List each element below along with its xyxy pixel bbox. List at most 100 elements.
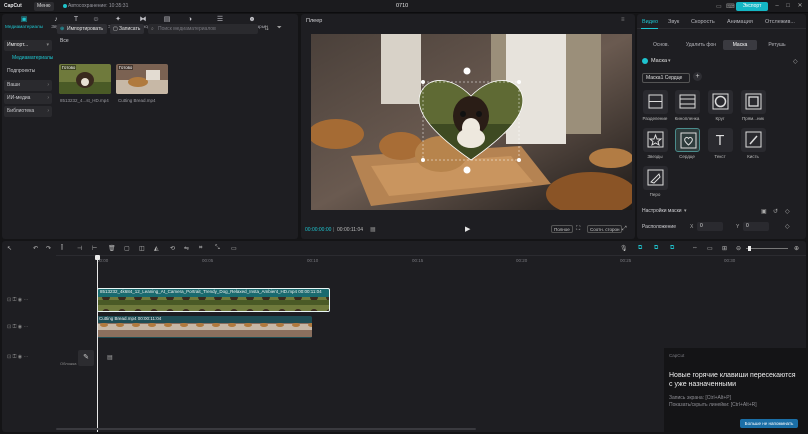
- subtab-basic[interactable]: Основ.: [648, 40, 674, 50]
- track-lock-icon[interactable]: ⊡ ⚿ ◉ ⋯: [7, 324, 29, 330]
- record-button[interactable]: ▢ Записать: [110, 24, 144, 34]
- mask-heart[interactable]: [675, 128, 700, 152]
- link-main-track-icon[interactable]: ⧉: [638, 245, 642, 252]
- export-button[interactable]: Экспорт: [736, 2, 768, 11]
- invert-icon[interactable]: ▣: [761, 208, 767, 215]
- snap-icon[interactable]: ⧉: [670, 245, 674, 252]
- cover-edit-icon[interactable]: ✎: [78, 350, 94, 366]
- tab-video[interactable]: Видео: [642, 19, 658, 25]
- add-mask-icon[interactable]: +: [693, 72, 702, 81]
- split-icon[interactable]: ⫿: [61, 245, 63, 252]
- subtab-retouch[interactable]: Ретушь: [762, 40, 792, 50]
- sidebar-item-subprojects[interactable]: Подпроекты: [4, 66, 52, 77]
- import-button[interactable]: ⊕ Импортировать: [57, 24, 107, 34]
- timeline-clip-bread[interactable]: Cutting Bread.mp4 00:00:11:04: [97, 316, 312, 338]
- resize-icon[interactable]: ⤡: [215, 245, 220, 252]
- zoom-slider-track[interactable]: [746, 248, 788, 249]
- playhead-handle[interactable]: [95, 255, 100, 260]
- zoom-out-icon[interactable]: ⊖: [736, 245, 741, 252]
- media-thumbnail-dog[interactable]: Готово: [59, 64, 111, 94]
- mask-star[interactable]: [643, 128, 668, 152]
- layout-icon[interactable]: ▭: [716, 3, 722, 10]
- zoom-in-icon[interactable]: ⊕: [794, 245, 799, 252]
- select-tool-icon[interactable]: ↖: [7, 245, 12, 252]
- clip-label: 8513232_4k684_12_Leaning_At_Camera_Portr…: [100, 289, 322, 294]
- close-icon[interactable]: ✕: [796, 2, 804, 10]
- timeline-clip-dog[interactable]: 8513232_4k684_12_Leaning_At_Camera_Portr…: [97, 288, 330, 312]
- delete-icon[interactable]: 🗑: [108, 245, 116, 252]
- diamond-keyframe-icon[interactable]: ◇: [785, 208, 790, 215]
- autosave-text: Автосохранение: 10:35:31: [68, 3, 129, 9]
- full-button[interactable]: Полное: [551, 225, 573, 233]
- menu-lines-icon[interactable]: ≡: [621, 17, 625, 23]
- tab-sound[interactable]: Звук: [668, 19, 679, 25]
- undo-icon[interactable]: ↶: [33, 245, 38, 252]
- crop-icon[interactable]: ⌗: [199, 245, 202, 252]
- flip-icon[interactable]: ⇋: [184, 245, 189, 252]
- play-icon[interactable]: ▶: [465, 225, 470, 233]
- preview-axis-icon[interactable]: ⇔: [692, 245, 698, 251]
- media-thumbnail-bread[interactable]: Готово: [116, 64, 168, 94]
- chevron-down-icon[interactable]: ▾: [668, 58, 671, 64]
- reverse-icon[interactable]: ◫: [139, 245, 145, 252]
- tab-tracking[interactable]: Отслежив...: [765, 19, 795, 25]
- split-right-icon[interactable]: ⊢: [92, 245, 97, 252]
- microphone-icon[interactable]: 🎙: [620, 245, 628, 252]
- expand-icon[interactable]: ⤢: [622, 226, 627, 233]
- mask-selected-chip[interactable]: Маска1 Сердце: [642, 73, 690, 83]
- filter-icon[interactable]: ⏷: [277, 25, 282, 32]
- diamond-keyframe-icon[interactable]: ◇: [785, 223, 790, 230]
- pos-x-input[interactable]: 0: [697, 222, 723, 231]
- mask-split[interactable]: [643, 90, 668, 114]
- fullscreen-icon[interactable]: ⛶: [576, 226, 580, 233]
- diamond-keyframe-icon[interactable]: ◇: [793, 58, 798, 65]
- reset-icon[interactable]: ↺: [773, 208, 778, 215]
- subtab-mask[interactable]: Маска: [723, 40, 757, 50]
- tab-animation[interactable]: Анимация: [727, 19, 753, 25]
- tab-media[interactable]: ▣ Медиаматериалы: [4, 16, 44, 29]
- tab-speed[interactable]: Скорость: [691, 19, 715, 25]
- zoom-fit-icon[interactable]: ⊞: [722, 245, 727, 252]
- caption-icon[interactable]: ▭: [707, 245, 713, 252]
- subtab-remove-bg[interactable]: Удалить фон: [683, 40, 719, 50]
- video-preview[interactable]: [311, 34, 632, 210]
- search-input[interactable]: ⌕ Поиск медиаматериалов: [148, 24, 258, 34]
- sidebar-item-ai-media[interactable]: ИИ-медиа ›: [4, 93, 52, 104]
- sidebar-item-import[interactable]: Импорт... ▾: [4, 40, 52, 51]
- track-lock-icon[interactable]: ⊡ ⚿ ◉ ⋯: [7, 354, 29, 360]
- maximize-icon[interactable]: □: [784, 2, 792, 10]
- mask-toggle-icon[interactable]: [642, 58, 648, 64]
- mask-pen[interactable]: [643, 166, 668, 190]
- minimize-icon[interactable]: –: [773, 2, 781, 10]
- mask-brush[interactable]: [741, 128, 766, 152]
- pos-y-input[interactable]: 0: [743, 222, 769, 231]
- mask-filmstrip[interactable]: [675, 90, 700, 114]
- dont-remind-button[interactable]: Больше не напоминать: [740, 419, 798, 428]
- sidebar-item-label: Импорт...: [7, 42, 29, 48]
- redo-icon[interactable]: ↷: [46, 245, 51, 252]
- aspect-ratio-button[interactable]: Соотн. сторон: [587, 225, 623, 233]
- mask-circle-label: Круг: [715, 116, 725, 121]
- sort-icon[interactable]: ⇅: [264, 25, 269, 32]
- sidebar-item-media[interactable]: Медиаматериалы: [4, 53, 53, 64]
- sidebar-item-library[interactable]: Библиотека ›: [4, 106, 52, 117]
- mask-rectangle[interactable]: [741, 90, 766, 114]
- magnet-icon[interactable]: ⧉: [654, 245, 658, 252]
- zoom-slider-handle[interactable]: [748, 246, 751, 251]
- chevron-down-icon[interactable]: ▾: [684, 208, 687, 214]
- timeline-scrollbar[interactable]: [56, 428, 476, 430]
- ruler-tick: 00:15: [412, 258, 424, 263]
- shortcuts-icon[interactable]: ⌨: [726, 3, 735, 10]
- mask-text[interactable]: T: [708, 128, 733, 152]
- split-left-icon[interactable]: ⊣: [77, 245, 82, 252]
- freeze-icon[interactable]: ▢: [124, 245, 130, 252]
- more-tools-icon[interactable]: ▭: [231, 245, 237, 252]
- rotate-icon[interactable]: ⟲: [170, 245, 175, 252]
- timeline-view-icon[interactable]: ▦: [370, 226, 376, 233]
- menu-button[interactable]: Меню: [34, 2, 54, 11]
- playhead[interactable]: [97, 256, 98, 432]
- sidebar-item-yours[interactable]: Ваши ›: [4, 80, 52, 91]
- mirror-icon[interactable]: ◭: [154, 245, 159, 252]
- mask-circle[interactable]: [708, 90, 733, 114]
- track-lock-icon[interactable]: ⊡ ⚿ ◉ ⋯: [7, 297, 29, 303]
